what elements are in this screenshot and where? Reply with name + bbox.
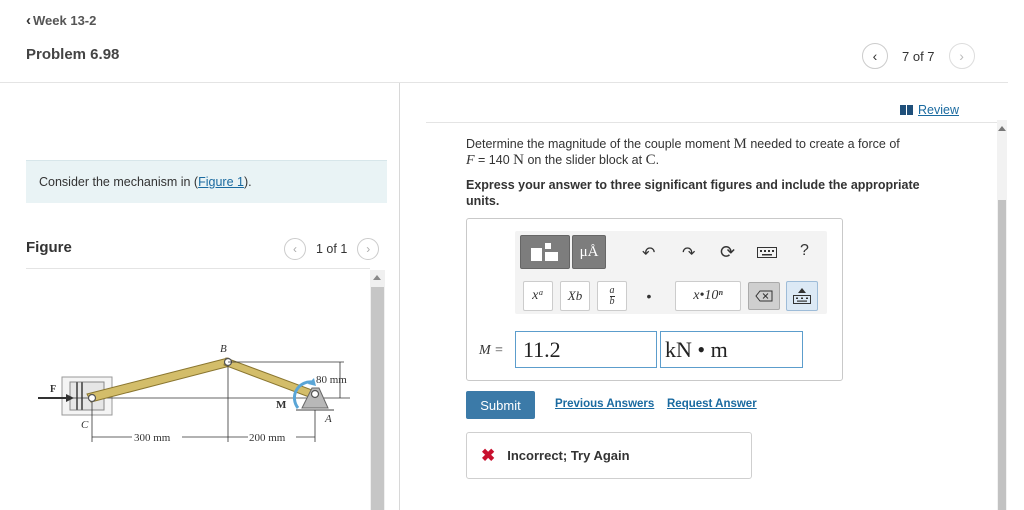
request-answer-link[interactable]: Request Answer — [667, 398, 757, 410]
math-toolbar: μÅ ↶ ↷ ⟳ ? xᵃ Xb a b • x•10ⁿ — [515, 231, 827, 314]
fraction-denominator: b — [609, 295, 615, 307]
label-b: B — [220, 343, 227, 355]
keyboard-button[interactable] — [757, 247, 777, 258]
figure-link[interactable]: Figure 1 — [198, 175, 244, 189]
delete-button[interactable] — [748, 282, 780, 310]
chevron-left-icon: ‹ — [872, 48, 878, 64]
review-label: Review — [918, 103, 959, 117]
chevron-right-icon: › — [366, 242, 371, 256]
subscript-button[interactable]: Xb — [560, 281, 590, 311]
header-divider — [0, 82, 1008, 83]
subscript-icon: Xb — [567, 288, 583, 303]
delete-icon — [755, 290, 773, 302]
dimension-200mm: 200 mm — [249, 432, 286, 444]
dimension-80mm: 80 mm — [316, 374, 347, 386]
reset-icon: ⟳ — [720, 242, 736, 262]
dimension-300mm: 300 mm — [134, 432, 171, 444]
help-icon: ? — [800, 242, 809, 259]
figure-divider — [26, 268, 370, 269]
units-button[interactable]: μÅ — [572, 235, 606, 269]
consider-box: Consider the mechanism in (Figure 1). — [26, 160, 387, 203]
pager-text: 7 of 7 — [902, 48, 935, 64]
feedback-box: ✖ Incorrect; Try Again — [466, 432, 752, 479]
prompt-text-1: Determine the magnitude of the couple mo… — [466, 137, 734, 151]
figure-scrollbar[interactable] — [370, 270, 385, 510]
previous-answers-link[interactable]: Previous Answers — [555, 398, 654, 410]
problem-prompt: Determine the magnitude of the couple mo… — [466, 136, 936, 169]
templates-button[interactable] — [520, 235, 570, 269]
triangle-up-icon — [798, 288, 806, 293]
prompt-text-3: = 140 — [474, 153, 514, 167]
problem-title: Problem 6.98 — [26, 46, 120, 63]
templates-icon — [531, 243, 558, 261]
back-label: Week 13-2 — [33, 13, 97, 28]
consider-prefix: Consider the mechanism in ( — [39, 175, 199, 189]
feedback-text: Incorrect; Try Again — [507, 448, 630, 463]
figure-heading: Figure — [26, 239, 72, 256]
fraction-button[interactable]: a b — [597, 281, 627, 311]
right-scroll-thumb[interactable] — [998, 200, 1006, 510]
undo-button[interactable]: ↶ — [642, 243, 655, 263]
right-scrollbar[interactable] — [997, 120, 1007, 510]
figure-scroll-thumb[interactable] — [371, 287, 384, 510]
help-button[interactable]: ? — [800, 242, 809, 260]
unit-input[interactable]: kN • m — [660, 331, 803, 368]
chevron-left-icon: ‹ — [293, 242, 297, 256]
prompt-unit-n: N — [513, 152, 524, 168]
link-ba — [223, 357, 313, 398]
submit-button[interactable]: Submit — [466, 391, 535, 419]
review-link[interactable]: Review — [900, 103, 959, 117]
prompt-text-5: . — [655, 153, 660, 167]
prompt-text-4: on the slider block at — [523, 153, 646, 167]
superscript-icon: xᵃ — [532, 288, 544, 303]
keyboard-toggle-icon — [793, 295, 811, 304]
label-c: C — [81, 419, 89, 431]
dot-icon: • — [646, 288, 652, 304]
m-label-text: M = — [479, 343, 504, 358]
prompt-symbol-f: F — [466, 153, 475, 168]
label-f: F — [50, 384, 56, 395]
instruction-text: Express your answer to three significant… — [466, 178, 920, 208]
fraction-numerator: a — [609, 284, 615, 297]
scroll-up-arrow-icon[interactable] — [998, 126, 1006, 131]
scientific-notation-icon: x•10ⁿ — [693, 288, 723, 303]
magnitude-input[interactable]: 11.2 — [515, 331, 657, 368]
label-m: M — [276, 399, 287, 411]
mechanism-figure: B F C M A 80 mm 300 mm 200 mm — [38, 343, 350, 444]
scroll-up-arrow-icon[interactable] — [373, 275, 381, 280]
superscript-button[interactable]: xᵃ — [523, 281, 553, 311]
dot-button[interactable]: • — [641, 288, 657, 304]
prompt-symbol-c: C — [645, 152, 656, 168]
previous-figure-button[interactable]: ‹ — [284, 238, 306, 260]
undo-icon: ↶ — [642, 245, 656, 262]
prompt-symbol-m: M — [733, 136, 747, 152]
keyboard-toggle-button[interactable] — [786, 281, 818, 311]
redo-icon: ↷ — [682, 245, 696, 262]
chevron-left-icon: ‹ — [26, 12, 31, 29]
answer-variable-label: M = — [479, 341, 504, 359]
scientific-notation-button[interactable]: x•10ⁿ — [675, 281, 741, 311]
review-divider — [426, 122, 998, 123]
book-icon — [900, 105, 913, 115]
pane-divider[interactable] — [399, 83, 400, 510]
keyboard-icon — [757, 247, 777, 258]
consider-suffix: ). — [243, 175, 252, 189]
figure-pager-text: 1 of 1 — [316, 242, 348, 256]
prompt-text-2: needed to create a force of — [746, 137, 900, 151]
redo-button[interactable]: ↷ — [682, 243, 695, 263]
figure-pager: ‹ 1 of 1 › — [284, 238, 380, 260]
problem-pager: ‹ 7 of 7 › — [862, 43, 975, 69]
error-x-icon: ✖ — [481, 445, 496, 465]
label-a: A — [324, 413, 332, 425]
units-icon: μÅ — [579, 243, 599, 260]
chevron-right-icon: › — [959, 48, 964, 64]
previous-problem-button[interactable]: ‹ — [862, 43, 888, 69]
reset-button[interactable]: ⟳ — [720, 242, 735, 263]
next-figure-button[interactable]: › — [357, 238, 380, 260]
next-problem-button[interactable]: › — [948, 43, 975, 69]
back-link[interactable]: ‹ Week 13-2 — [26, 12, 96, 29]
